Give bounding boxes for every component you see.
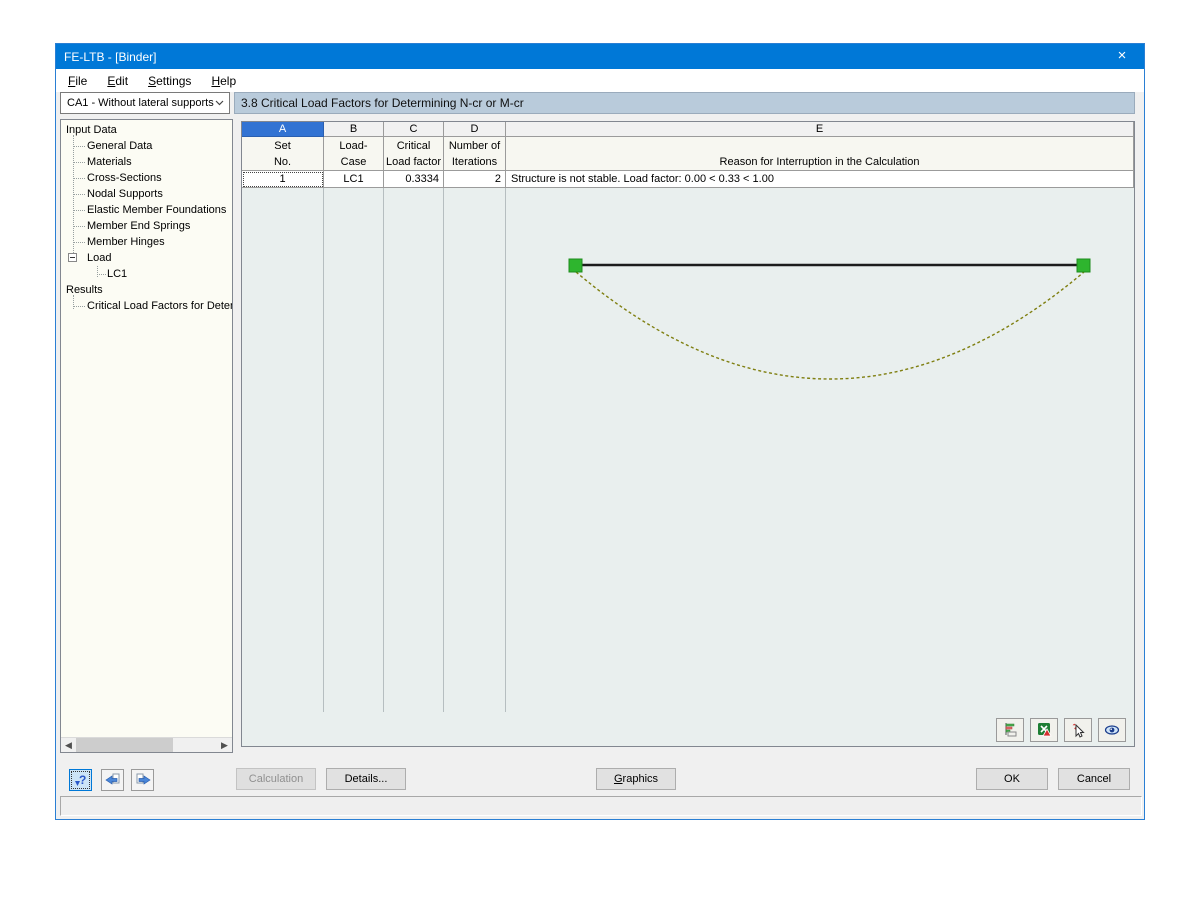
ok-button[interactable]: OK [976, 768, 1048, 790]
menu-settings[interactable]: Settings [138, 71, 201, 91]
tree-item-cross-sections[interactable]: Cross-Sections [61, 170, 232, 186]
column-letters-row: A B C D E [242, 122, 1134, 137]
help-button[interactable]: ? [69, 769, 92, 791]
column-letter-c[interactable]: C [384, 122, 444, 137]
eye-icon [1104, 722, 1120, 738]
column-letter-d[interactable]: D [444, 122, 506, 137]
graphics-mini-toolbar [996, 718, 1126, 742]
cell-load-case[interactable]: LC1 [324, 171, 384, 188]
title-bar[interactable]: FE-LTB - [Binder] × [56, 44, 1144, 69]
menu-bar: File Edit Settings Help [56, 69, 1144, 92]
result-diagram-button[interactable] [996, 718, 1024, 742]
previous-table-button[interactable] [101, 769, 124, 791]
cell-set-no[interactable]: 1 [242, 171, 324, 188]
buckling-mode-shape-curve [576, 272, 1084, 379]
cell-iterations[interactable]: 2 [444, 171, 506, 188]
right-support-node [1077, 259, 1090, 272]
table-row: 1 LC1 0.3334 2 Structure is not stable. … [242, 171, 1134, 188]
close-icon[interactable]: × [1100, 44, 1144, 69]
left-support-node [569, 259, 582, 272]
tree-item-materials[interactable]: Materials [61, 154, 232, 170]
beam-buckling-diagram [242, 188, 1134, 712]
case-selector-combobox[interactable]: CA1 - Without lateral supports [60, 92, 230, 114]
pick-object-icon [1070, 722, 1086, 738]
tree-item-lc1[interactable]: LC1 [61, 266, 232, 282]
cell-critical-load-factor[interactable]: 0.3334 [384, 171, 444, 188]
section-header-title: 3.8 Critical Load Factors for Determinin… [241, 96, 524, 110]
view-button[interactable] [1098, 718, 1126, 742]
help-icon: ? [73, 772, 89, 788]
case-selector-value: CA1 - Without lateral supports [67, 97, 214, 109]
graphics-button[interactable]: Graphics [596, 768, 676, 790]
column-letter-e[interactable]: E [506, 122, 1134, 137]
header-iterations: Number of Iterations [444, 137, 506, 171]
menu-file[interactable]: File [58, 71, 97, 91]
table-header-row: Set No. Load- Case Critical Load factor … [242, 137, 1134, 171]
scroll-left-icon[interactable]: ◀ [61, 738, 76, 753]
navigation-tree-panel: Input Data General Data Materials Cross-… [60, 119, 233, 753]
cancel-button[interactable]: Cancel [1058, 768, 1130, 790]
header-reason: Reason for Interruption in the Calculati… [506, 137, 1134, 171]
tree-item-load-label: Load [87, 252, 111, 264]
section-header: 3.8 Critical Load Factors for Determinin… [234, 92, 1135, 114]
window-title: FE-LTB - [Binder] [64, 50, 156, 64]
next-table-button[interactable] [131, 769, 154, 791]
column-letter-a[interactable]: A [242, 122, 324, 137]
cell-reason[interactable]: Structure is not stable. Load factor: 0.… [506, 171, 1134, 188]
navigation-tree: Input Data General Data Materials Cross-… [61, 122, 232, 737]
header-critical-load-factor: Critical Load factor [384, 137, 444, 171]
tree-item-input-data[interactable]: Input Data [61, 122, 232, 138]
excel-export-button[interactable] [1030, 718, 1058, 742]
scrollbar-thumb[interactable] [76, 738, 173, 753]
tree-horizontal-scrollbar[interactable]: ◀ ▶ [61, 737, 232, 752]
pick-object-button[interactable] [1064, 718, 1092, 742]
tree-item-general-data[interactable]: General Data [61, 138, 232, 154]
details-button[interactable]: Details... [326, 768, 406, 790]
collapse-minus-icon[interactable] [68, 253, 77, 262]
arrow-left-page-icon [105, 773, 121, 787]
tree-item-load[interactable]: Load [61, 250, 232, 266]
svg-text:?: ? [79, 773, 86, 787]
chevron-down-icon [215, 100, 224, 106]
tree-item-member-hinges[interactable]: Member Hinges [61, 234, 232, 250]
tree-item-elastic-member-foundations[interactable]: Elastic Member Foundations [61, 202, 232, 218]
menu-edit[interactable]: Edit [97, 71, 138, 91]
status-bar [60, 796, 1142, 816]
header-set-no: Set No. [242, 137, 324, 171]
tree-item-critical-load-factors[interactable]: Critical Load Factors for Detern [61, 298, 232, 314]
arrow-right-page-icon [135, 773, 151, 787]
table-grid-extension [242, 188, 1134, 712]
fe-ltb-dialog-window: FE-LTB - [Binder] × File Edit Settings H… [55, 43, 1145, 820]
column-letter-b[interactable]: B [324, 122, 384, 137]
menu-help[interactable]: Help [201, 71, 246, 91]
tree-item-results[interactable]: Results [61, 282, 232, 298]
scroll-right-icon[interactable]: ▶ [217, 738, 232, 753]
calculation-button: Calculation [236, 768, 316, 790]
tree-item-nodal-supports[interactable]: Nodal Supports [61, 186, 232, 202]
excel-export-icon [1036, 722, 1052, 738]
tree-item-member-end-springs[interactable]: Member End Springs [61, 218, 232, 234]
result-diagram-icon [1002, 722, 1018, 738]
results-panel: A B C D E Set No. Load- Case Critical Lo… [241, 121, 1135, 747]
header-load-case: Load- Case [324, 137, 384, 171]
